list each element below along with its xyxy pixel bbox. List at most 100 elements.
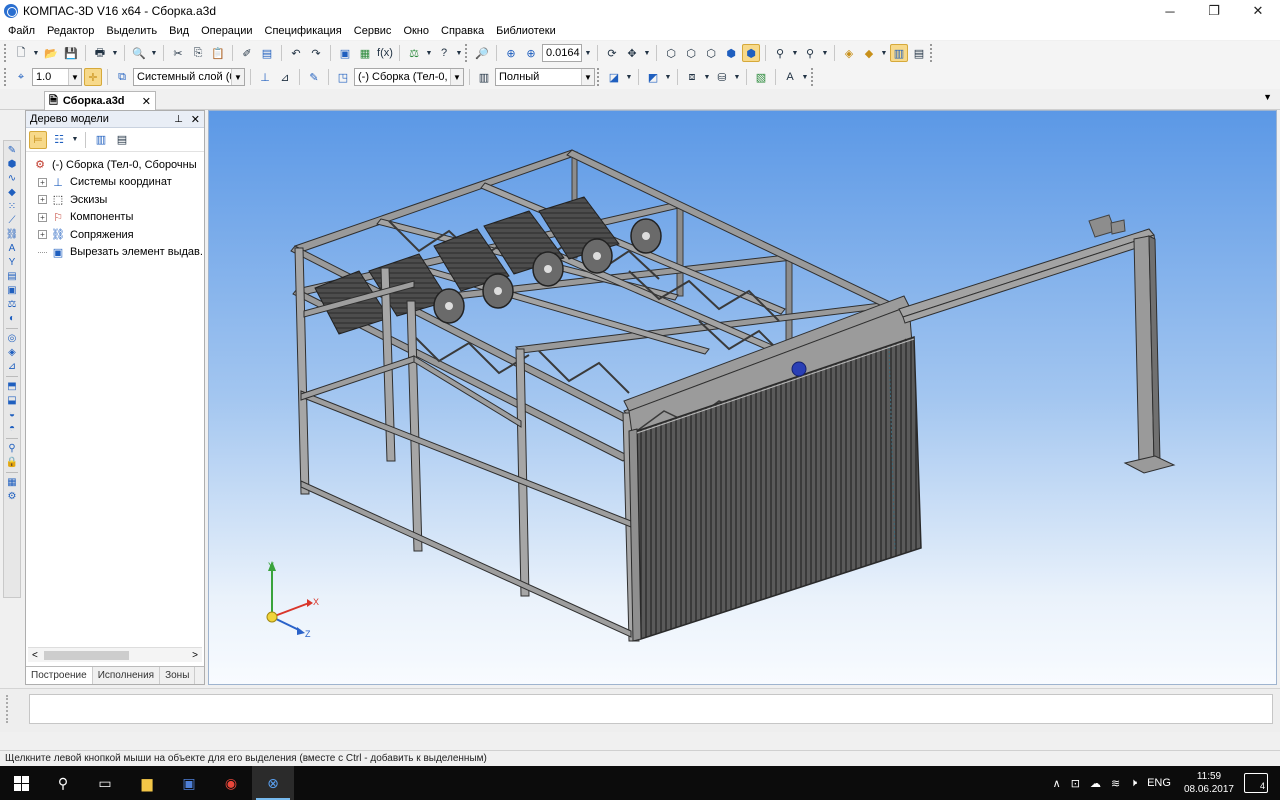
component-edit-icon[interactable]: ◆ — [860, 44, 878, 62]
variables-icon[interactable]: f(x) — [376, 44, 394, 62]
step-combo[interactable]: 1.0 ▼ — [32, 68, 82, 86]
shaded-edges-icon[interactable]: ⬢ — [742, 44, 760, 62]
new-document-icon[interactable]: 🗋 — [12, 44, 30, 62]
tree-item-mates[interactable]: + ⛓ Сопряжения — [26, 226, 204, 244]
specification-icon[interactable]: ▤ — [5, 270, 19, 283]
document-tab[interactable]: 🗎 Сборка.a3d ✕ — [44, 91, 156, 110]
properties-area[interactable] — [29, 694, 1273, 724]
solid-operations-icon[interactable]: ⬢ — [5, 158, 19, 171]
mechanics-icon[interactable]: ⚙ — [5, 490, 19, 503]
report-icon[interactable]: ▣ — [5, 284, 19, 297]
close-window-button[interactable]: ✕ — [1236, 0, 1280, 22]
diagnostics-icon[interactable]: ⚖ — [5, 298, 19, 311]
wireframe-icon[interactable]: ⬡ — [662, 44, 680, 62]
thin-hidden-icon[interactable]: ⬡ — [702, 44, 720, 62]
extrude-icon[interactable]: ⬓ — [5, 394, 19, 407]
tab-zones[interactable]: Зоны — [160, 667, 196, 684]
print-dropdown-icon[interactable]: ▼ — [111, 44, 119, 62]
save-app-icon[interactable]: ▣ — [168, 766, 210, 800]
annotation-dropdown-icon[interactable]: ▼ — [801, 68, 809, 86]
filter-dropdown-icon[interactable]: ▼ — [791, 44, 799, 62]
menu-service[interactable]: Сервис — [348, 22, 398, 40]
zoom-value-field[interactable]: 0.0164 — [542, 44, 582, 62]
assembly-icon[interactable]: ▧ — [752, 68, 770, 86]
undo-icon[interactable]: ↶ — [287, 44, 305, 62]
tab-variants[interactable]: Исполнения — [93, 667, 161, 684]
preview-icon[interactable]: 🔍 — [130, 44, 148, 62]
open-folder-icon[interactable]: 📂 — [42, 44, 60, 62]
print-icon[interactable]: 🖶 — [91, 44, 109, 62]
macro-icon[interactable]: ◈ — [5, 346, 19, 359]
chevron-down-icon[interactable]: ▼ — [231, 69, 244, 85]
edit-part-icon[interactable]: ✎ — [305, 68, 323, 86]
render-icon[interactable]: ⛁ — [713, 68, 731, 86]
properties-icon[interactable]: ▤ — [258, 44, 276, 62]
format-brush-icon[interactable]: ✐ — [238, 44, 256, 62]
dimensions-icon[interactable]: A — [5, 242, 19, 255]
library-manager-icon[interactable]: ▦ — [356, 44, 374, 62]
measure-dropdown-icon[interactable]: ▼ — [425, 44, 433, 62]
close-panel-icon[interactable]: ✕ — [191, 113, 200, 126]
spatial-curves-icon[interactable]: ∿ — [5, 172, 19, 185]
component-icon[interactable]: ◈ — [840, 44, 858, 62]
toolbar-grip[interactable] — [4, 68, 8, 86]
component-dropdown-icon[interactable]: ▼ — [880, 44, 888, 62]
arrays-icon[interactable]: ⁙ — [5, 200, 19, 213]
orientation-icon[interactable]: ⊿ — [276, 68, 294, 86]
help-dropdown-icon[interactable]: ▼ — [455, 44, 463, 62]
task-view-icon[interactable]: ▭ — [84, 766, 126, 800]
cloud-icon[interactable]: ☁ — [1090, 777, 1101, 790]
section-dropdown-icon[interactable]: ▼ — [703, 68, 711, 86]
hidden-lines-icon[interactable]: ⬡ — [682, 44, 700, 62]
view-dropdown-icon[interactable]: ▼ — [71, 131, 79, 149]
start-button[interactable] — [0, 766, 42, 800]
snap-icon[interactable]: ✛ — [84, 68, 102, 86]
select-filter-icon[interactable]: ⚲ — [801, 44, 819, 62]
tree-display-icon[interactable]: ▥ — [92, 131, 110, 149]
pin-icon[interactable]: ⊥ — [174, 114, 183, 125]
expand-icon[interactable]: + — [38, 177, 47, 187]
chevron-down-icon[interactable]: ▼ — [68, 69, 81, 85]
zoom-dropdown-icon[interactable]: ▼ — [584, 44, 592, 62]
appearance-dropdown-icon[interactable]: ▼ — [625, 68, 633, 86]
toolbar-grip[interactable] — [465, 44, 469, 62]
menu-libraries[interactable]: Библиотеки — [490, 22, 562, 40]
menu-view[interactable]: Вид — [163, 22, 195, 40]
toolbar-grip[interactable] — [930, 44, 934, 62]
sheet-metal-icon[interactable]: ◐ — [5, 312, 19, 325]
restore-button[interactable]: ❐ — [1192, 0, 1236, 22]
kompas-app-icon[interactable] — [4, 4, 18, 18]
shaded-icon[interactable]: ⬢ — [722, 44, 740, 62]
file-explorer-icon[interactable]: ▆ — [126, 766, 168, 800]
zoom-all-icon[interactable]: ⊕ — [502, 44, 520, 62]
paste-icon[interactable]: 📋 — [209, 44, 227, 62]
toolbar-grip[interactable] — [4, 44, 8, 62]
measure-tool-icon[interactable]: ⊿ — [5, 360, 19, 373]
network-icon[interactable]: ⊡ — [1071, 777, 1080, 790]
save-icon[interactable]: 💾 — [62, 44, 80, 62]
model-viewport[interactable]: Y X Z — [208, 110, 1277, 685]
components-icon[interactable]: ◎ — [5, 332, 19, 345]
build-order-icon[interactable]: ⊨ — [29, 130, 47, 149]
sketch-icon[interactable]: ⬒ — [5, 380, 19, 393]
filter-icon[interactable]: ⚲ — [771, 44, 789, 62]
action-center-icon[interactable]: 4 — [1244, 773, 1268, 793]
copy-icon[interactable]: ⎘ — [189, 44, 207, 62]
wifi-icon[interactable]: ≋ — [1111, 777, 1120, 790]
toolbar-grip[interactable] — [597, 68, 601, 86]
display-mode-combo[interactable]: Полный ▼ — [495, 68, 595, 86]
mates-icon[interactable]: ⛓ — [5, 228, 19, 241]
redo-icon[interactable]: ↷ — [307, 44, 325, 62]
orientation-dropdown-icon[interactable]: ▼ — [643, 44, 651, 62]
manager-icon[interactable]: ▣ — [336, 44, 354, 62]
tree-item-coordinate-systems[interactable]: + ⊥ Системы координат — [26, 174, 204, 192]
expand-icon[interactable]: + — [38, 212, 47, 222]
rotate-icon[interactable]: ⟳ — [603, 44, 621, 62]
tree-settings-icon[interactable]: ▤ — [113, 131, 131, 149]
zoom-in-icon[interactable]: ⊕ — [522, 44, 540, 62]
parameters-icon[interactable]: ▤ — [910, 44, 928, 62]
zoom-window-icon[interactable]: 🔎 — [473, 44, 491, 62]
annotation-icon[interactable]: A — [781, 68, 799, 86]
menu-file[interactable]: Файл — [2, 22, 41, 40]
menu-window[interactable]: Окно — [397, 22, 435, 40]
